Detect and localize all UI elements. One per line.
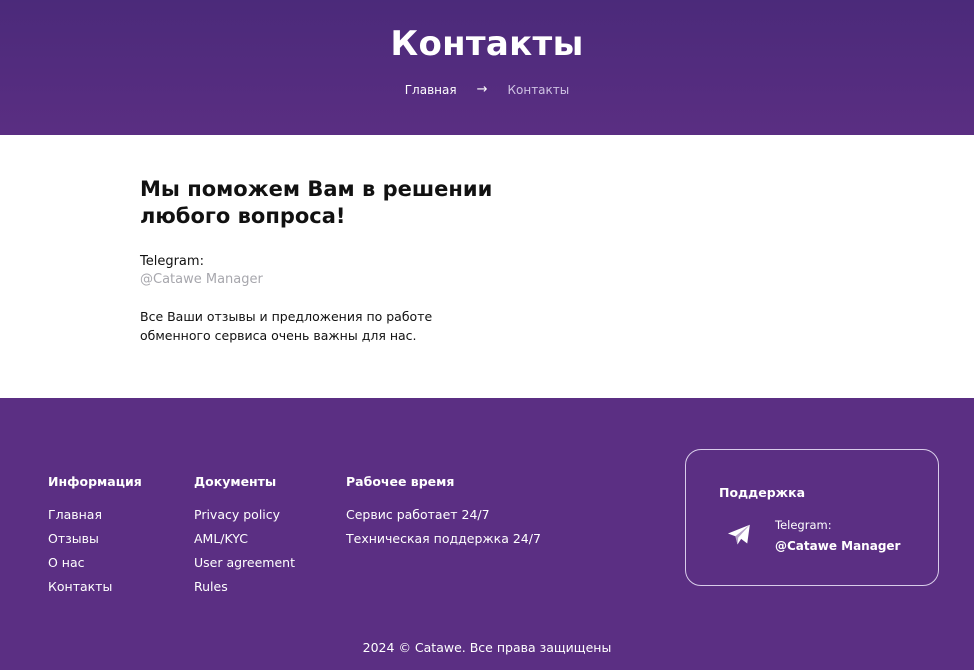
footer-link-rules[interactable]: Rules [194,579,295,594]
support-telegram-label: Telegram: [775,518,832,532]
breadcrumb-arrow-icon: → [476,82,488,97]
telegram-handle-link[interactable]: @Catawe Manager [140,272,540,287]
support-telegram-handle-link[interactable]: @Catawe Manager [775,539,900,553]
breadcrumb-current: Контакты [507,82,570,97]
contacts-heading-line2: любого вопроса! [140,204,346,228]
footer-docs-column: Документы Privacy policy AML/KYC User ag… [194,474,295,603]
footer-link-privacy-policy[interactable]: Privacy policy [194,507,295,522]
breadcrumb-home-link[interactable]: Главная [405,83,457,97]
page-hero: Контакты Главная → Контакты [0,0,974,135]
footer-hours-title: Рабочее время [346,474,455,489]
footer-copyright: 2024 © Catawe. Все права защищены [362,640,612,655]
contacts-content: Мы поможем Вам в решении любого вопроса!… [140,176,540,345]
site-footer: Информация Главная Отзывы О нас Контакты… [0,398,974,670]
footer-link-home[interactable]: Главная [48,507,142,522]
footer-info-column: Информация Главная Отзывы О нас Контакты [48,474,142,603]
footer-hours-service: Сервис работает 24/7 [346,507,490,522]
breadcrumb: Главная → Контакты [0,82,974,97]
footer-link-user-agreement[interactable]: User agreement [194,555,295,570]
telegram-icon[interactable] [726,522,752,548]
support-title: Поддержка [719,485,806,500]
footer-link-contacts[interactable]: Контакты [48,579,142,594]
page-title: Контакты [390,24,584,64]
footer-hours-column: Рабочее время Сервис работает 24/7 Техни… [346,474,541,555]
support-card: Поддержка Telegram: @Catawe Manager [685,449,939,586]
footer-info-title: Информация [48,474,142,489]
contacts-heading: Мы поможем Вам в решении любого вопроса! [140,176,540,230]
footer-hours-support: Техническая поддержка 24/7 [346,531,541,546]
footer-link-reviews[interactable]: Отзывы [48,531,142,546]
telegram-label: Telegram: [140,254,204,269]
contacts-heading-line1: Мы поможем Вам в решении [140,177,493,201]
footer-link-about[interactable]: О нас [48,555,142,570]
footer-docs-title: Документы [194,474,277,489]
contacts-description: Все Ваши отзывы и предложения по работе … [140,309,433,343]
footer-link-aml-kyc[interactable]: AML/KYC [194,531,295,546]
